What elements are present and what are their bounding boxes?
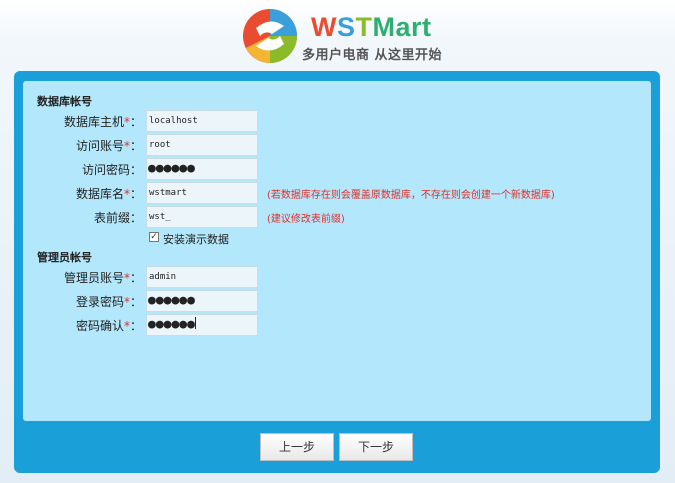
- table-prefix-input[interactable]: wst_: [146, 206, 258, 228]
- prev-step-button[interactable]: 上一步: [260, 433, 334, 461]
- row-db-user: 访问账号*： root: [0, 134, 675, 156]
- field-label: 管理员账号*：: [63, 271, 142, 285]
- admin-account-input[interactable]: admin: [146, 266, 258, 288]
- db-name-hint: (若数据库存在则会覆盖原数据库，不存在则会创建一个新数据库): [267, 190, 555, 201]
- field-label: 表前缀：: [93, 211, 142, 225]
- form-panel: [23, 81, 651, 421]
- db-password-input[interactable]: ●●●●●●: [146, 158, 258, 180]
- row-admin-password: 登录密码*： ●●●●●●: [0, 290, 675, 312]
- db-host-input[interactable]: localhost: [146, 110, 258, 132]
- text-caret: [194, 317, 196, 329]
- row-db-host: 数据库主机*： localhost: [0, 110, 675, 132]
- field-label: 数据库名*：: [75, 187, 142, 201]
- next-step-button[interactable]: 下一步: [339, 433, 413, 461]
- field-label: 数据库主机*：: [63, 115, 142, 129]
- logo-wordmark: WSTMart: [311, 12, 432, 42]
- confirm-password-value: ●●●●●●: [148, 317, 195, 332]
- row-db-password: 访问密码： ●●●●●●: [0, 158, 675, 180]
- admin-confirm-password-input[interactable]: ●●●●●●: [146, 314, 258, 336]
- row-admin-confirm: 密码确认*： ●●●●●●: [0, 314, 675, 336]
- row-admin-account: 管理员账号*： admin: [0, 266, 675, 288]
- demo-data-checkbox[interactable]: ✓: [149, 232, 159, 242]
- row-table-prefix: 表前缀： wst_ (建议修改表前缀): [0, 206, 675, 228]
- row-db-name: 数据库名*： wstmart (若数据库存在则会覆盖原数据库，不存在则会创建一个…: [0, 182, 675, 204]
- section-title-admin: 管理员帐号: [37, 251, 92, 264]
- field-label: 密码确认*：: [75, 319, 142, 333]
- db-name-input[interactable]: wstmart: [146, 182, 258, 204]
- table-prefix-hint: (建议修改表前缀): [267, 214, 345, 225]
- field-label: 登录密码*：: [75, 295, 142, 309]
- field-label: 访问账号*：: [75, 139, 142, 153]
- demo-data-label: 安装演示数据: [163, 233, 229, 246]
- db-user-input[interactable]: root: [146, 134, 258, 156]
- field-label: 访问密码：: [81, 163, 142, 177]
- wstmart-logo-icon: [243, 9, 297, 63]
- logo-tagline: 多用户电商 从这里开始: [302, 48, 443, 63]
- admin-password-input[interactable]: ●●●●●●: [146, 290, 258, 312]
- section-title-database: 数据库帐号: [37, 95, 92, 108]
- logo: WSTMart 多用户电商 从这里开始: [242, 8, 462, 68]
